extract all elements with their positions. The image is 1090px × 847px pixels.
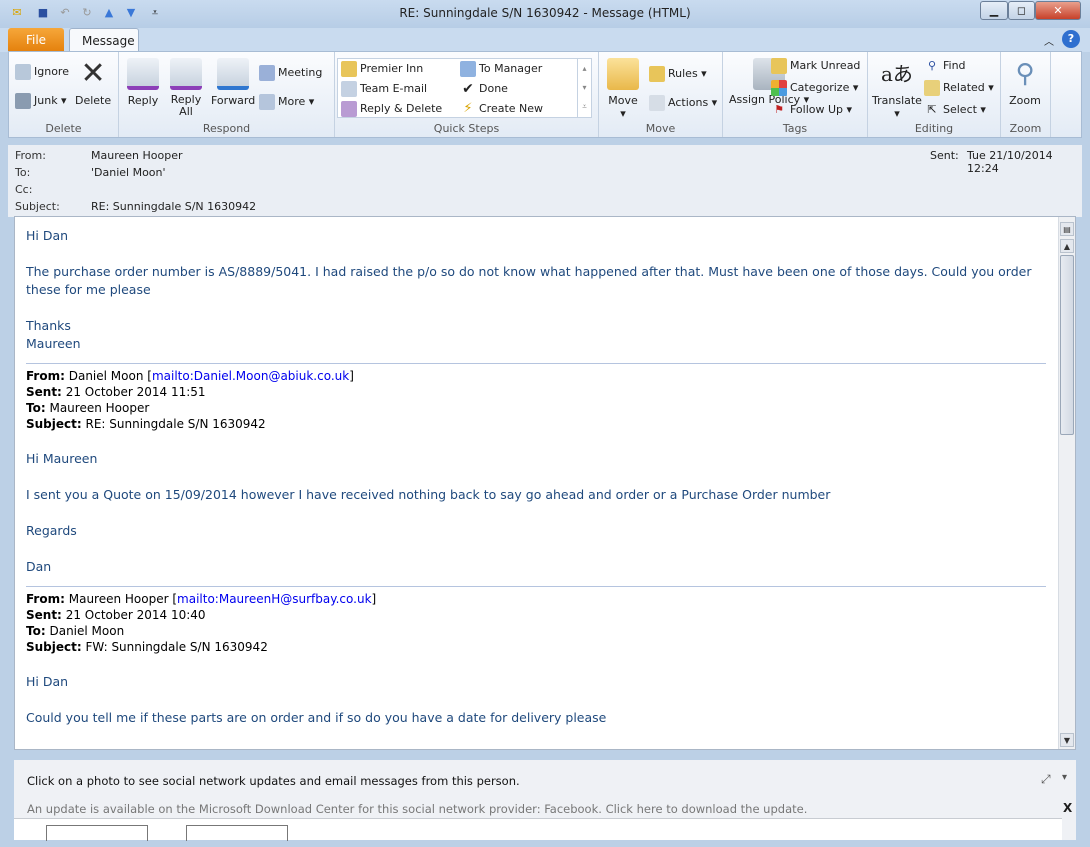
quick-step-done[interactable]: ✔ Done [460,81,508,97]
quoted-message-2: From: Maureen Hooper [mailto:MaureenH@su… [26,586,1046,655]
to-value[interactable]: 'Daniel Moon' [91,166,166,179]
group-editing: aあ Translate ▾ ⚲ Find Related ▾ ⇱ Select ▾ E… [868,52,1001,137]
actions-button[interactable]: Actions ▾ [649,95,717,111]
checkmark-icon: ✔ [462,81,474,97]
quick-step-to-manager[interactable]: To Manager [460,61,542,77]
quick-steps-gallery: Premier Inn To Manager Team E-mail ✔ Done… [337,58,592,118]
related-icon [924,80,940,96]
flag-icon: ⚑ [774,103,784,116]
zoom-button[interactable]: ⚲ Zoom [1009,58,1041,107]
select-button[interactable]: ⇱ Select ▾ [924,102,986,118]
contact-photo[interactable] [46,825,148,841]
rules-button[interactable]: Rules ▾ [649,66,707,82]
scroll-up-button[interactable]: ▲ [1060,239,1074,253]
mark-unread-button[interactable]: Mark Unread [771,58,860,74]
sent-value: Tue 21/10/2014 12:24 [967,149,1053,175]
more-respond-icon [259,94,275,110]
from-value[interactable]: Maureen Hooper [91,149,183,162]
rules-icon [649,66,665,82]
reply-delete-icon [341,101,357,117]
actions-icon [649,95,665,111]
categorize-icon [771,80,787,96]
quick-step-premier-inn[interactable]: Premier Inn [341,61,423,77]
people-pane: Click on a photo to see social network u… [14,760,1076,841]
forward-mail-icon [460,61,476,77]
junk-icon [15,93,31,109]
ignore-icon [15,64,31,80]
group-quick-steps: Premier Inn To Manager Team E-mail ✔ Done… [335,52,599,137]
group-delete: Ignore Junk ▾ ✕ Delete Delete [9,52,119,137]
ruler-icon[interactable]: ▤ [1060,222,1074,236]
mark-unread-icon [771,58,787,74]
move-folder-icon [607,58,639,90]
tab-message[interactable]: Message [69,28,139,52]
ribbon-tabs: File Message ︿ ? [0,28,1090,52]
subject-value: RE: Sunningdale S/N 1630942 [91,200,257,213]
scroll-down-button[interactable]: ▼ [1060,733,1074,747]
message-header: From: Maureen Hooper To: 'Daniel Moon' C… [8,145,1082,217]
title-bar: ✉ ■ ↶ ↻ ▲ ▼ ⩡ RE: Sunningdale S/N 163094… [0,0,1090,28]
binoculars-icon: ⚲ [927,59,937,72]
maximize-button[interactable]: ◻ [1008,1,1035,20]
meeting-icon [259,65,275,81]
scroll-thumb[interactable] [1060,255,1074,435]
move-button[interactable]: Move ▾ [607,58,639,120]
more-button[interactable]: More ▾ [259,94,314,110]
update-notice-link[interactable]: An update is available on the Microsoft … [27,802,807,816]
window-title: RE: Sunningdale S/N 1630942 - Message (H… [399,6,691,20]
collapse-ribbon-icon[interactable]: ︿ [1044,33,1054,48]
delete-x-icon: ✕ [80,56,106,91]
quoted-message-1: From: Daniel Moon [mailto:Daniel.Moon@ab… [26,363,1046,432]
close-notice-button[interactable]: X [1063,801,1072,815]
email-link[interactable]: mailto:MaureenH@surfbay.co.uk [177,592,371,606]
junk-button[interactable]: Junk ▾ [15,93,67,109]
folder-icon [341,61,357,77]
categorize-button[interactable]: Categorize ▾ [771,80,858,96]
minimize-button[interactable]: ▁ [980,1,1008,20]
forward-button[interactable]: Forward [211,58,255,107]
vertical-scrollbar[interactable]: ▤ ▲ ▼ [1058,217,1075,749]
group-respond: Reply Reply All Forward Meeting More ▾ R… [119,52,335,137]
lightning-icon: ⚡ [463,101,473,116]
group-tags: Assign Policy ▾ Mark Unread Categorize ▾… [723,52,868,137]
tab-file[interactable]: File [8,28,64,52]
quick-step-create-new[interactable]: ⚡ Create New [460,101,543,117]
quick-step-reply-delete[interactable]: Reply & Delete [341,101,442,117]
forward-icon [217,58,250,90]
translate-button[interactable]: aあ Translate ▾ [872,58,922,120]
translate-icon: aあ [881,62,913,86]
reply-icon [127,58,159,90]
group-move: Move ▾ Rules ▾ Actions ▾ Move [599,52,723,137]
find-button[interactable]: ⚲ Find [924,58,966,74]
delete-button[interactable]: ✕ Delete [75,56,111,108]
group-zoom: ⚲ Zoom Zoom [1001,52,1051,137]
message-body: Hi Dan The purchase order number is AS/8… [14,216,1076,750]
people-photos-strip [14,818,1062,841]
reply-button[interactable]: Reply [127,58,159,107]
chevron-down-icon[interactable]: ▾ [1062,772,1067,783]
help-icon[interactable]: ? [1062,30,1080,48]
meeting-button[interactable]: Meeting [259,65,322,81]
reply-all-icon [170,58,202,90]
follow-up-button[interactable]: ⚑ Follow Up ▾ [771,102,852,118]
magnifier-icon: ⚲ [1015,59,1035,89]
ribbon: Ignore Junk ▾ ✕ Delete Delete Reply Reply… [8,51,1082,138]
expand-icon[interactable]: ⤢ [1041,772,1051,787]
email-link[interactable]: mailto:Daniel.Moon@abiuk.co.uk [152,369,349,383]
related-button[interactable]: Related ▾ [924,80,994,96]
quick-step-team-email[interactable]: Team E-mail [341,81,427,97]
quick-steps-scroll[interactable]: ▴ ▾ ⩡ [577,59,591,117]
contact-photo[interactable] [186,825,288,841]
cursor-icon: ⇱ [927,103,937,116]
team-email-icon [341,81,357,97]
ignore-button[interactable]: Ignore [15,64,69,80]
reply-all-button[interactable]: Reply All [169,58,203,118]
close-window-button[interactable]: ✕ [1035,1,1081,20]
